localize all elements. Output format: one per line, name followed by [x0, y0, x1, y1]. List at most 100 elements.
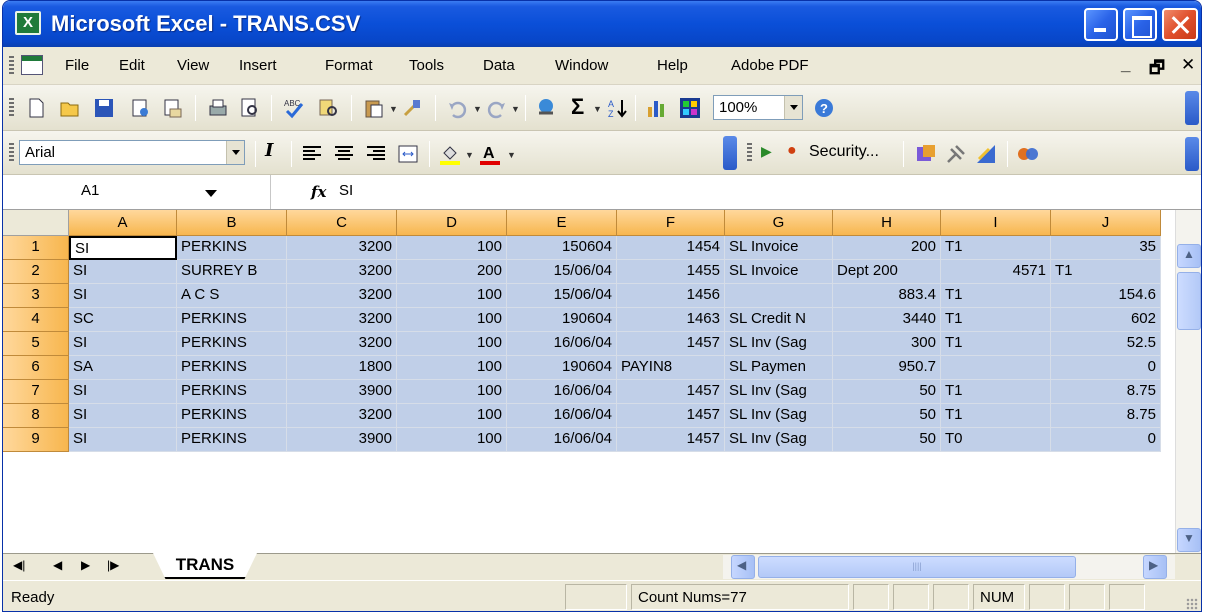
cell-b2[interactable]: SURREY B [177, 260, 287, 284]
cell-b6[interactable]: PERKINS [177, 356, 287, 380]
cell-b3[interactable]: A C S [177, 284, 287, 308]
align-left-icon[interactable] [301, 143, 323, 165]
cell-h7[interactable]: 50 [833, 380, 941, 404]
cell-h3[interactable]: 883.4 [833, 284, 941, 308]
close-button[interactable] [1162, 8, 1198, 41]
insert-function-icon[interactable]: fx [311, 183, 326, 201]
cell-a5[interactable]: SI [69, 332, 177, 356]
cell-b7[interactable]: PERKINS [177, 380, 287, 404]
first-sheet-icon[interactable]: ◀| [13, 558, 25, 572]
scroll-right-button[interactable]: ▶ [1143, 555, 1167, 579]
cell-i3[interactable]: T1 [941, 284, 1051, 308]
cell-e5[interactable]: 16/06/04 [507, 332, 617, 356]
cell-b1[interactable]: PERKINS [177, 236, 287, 260]
cell-c8[interactable]: 3200 [287, 404, 397, 428]
cell-a2[interactable]: SI [69, 260, 177, 284]
cell-h9[interactable]: 50 [833, 428, 941, 452]
toolbar-grip-icon[interactable] [9, 98, 14, 118]
align-center-icon[interactable] [333, 143, 355, 165]
cell-f8[interactable]: 1457 [617, 404, 725, 428]
cell-f7[interactable]: 1457 [617, 380, 725, 404]
column-header-i[interactable]: I [941, 210, 1051, 236]
menu-data[interactable]: Data [483, 57, 515, 74]
column-header-c[interactable]: C [287, 210, 397, 236]
design-mode-icon[interactable] [975, 143, 997, 165]
cell-j3[interactable]: 154.6 [1051, 284, 1161, 308]
vertical-scroll-thumb[interactable] [1177, 272, 1201, 330]
workbook-restore-icon[interactable]: 🗗 [1149, 55, 1165, 84]
cell-f9[interactable]: 1457 [617, 428, 725, 452]
column-header-d[interactable]: D [397, 210, 507, 236]
autosum-icon[interactable]: Σ [571, 94, 593, 119]
chart-wizard-icon[interactable] [645, 97, 667, 119]
zoom-combo[interactable]: 100% [713, 95, 803, 120]
cell-j8[interactable]: 8.75 [1051, 404, 1161, 428]
cell-e4[interactable]: 190604 [507, 308, 617, 332]
paste-dropdown-icon[interactable]: ▼ [389, 104, 398, 114]
cell-e1[interactable]: 150604 [507, 236, 617, 260]
cell-b9[interactable]: PERKINS [177, 428, 287, 452]
row-header-5[interactable]: 5 [3, 332, 69, 356]
redo-dropdown-icon[interactable]: ▼ [511, 104, 520, 114]
cell-d7[interactable]: 100 [397, 380, 507, 404]
horizontal-scroll-thumb[interactable]: |||| [758, 556, 1076, 578]
formatting-toolbar-options-icon[interactable] [723, 136, 737, 170]
cell-e9[interactable]: 16/06/04 [507, 428, 617, 452]
scroll-left-button[interactable]: ◀ [731, 555, 755, 579]
menu-grip-icon[interactable] [9, 56, 14, 76]
autosum-dropdown-icon[interactable]: ▼ [593, 104, 602, 114]
cell-e8[interactable]: 16/06/04 [507, 404, 617, 428]
cell-b5[interactable]: PERKINS [177, 332, 287, 356]
row-header-3[interactable]: 3 [3, 284, 69, 308]
cell-f4[interactable]: 1463 [617, 308, 725, 332]
menu-tools[interactable]: Tools [409, 57, 444, 74]
undo-icon[interactable] [447, 97, 469, 119]
cell-i2[interactable]: 4571 [941, 260, 1051, 284]
title-bar[interactable]: Microsoft Excel - TRANS.CSV [3, 1, 1201, 47]
row-header-2[interactable]: 2 [3, 260, 69, 284]
row-header-4[interactable]: 4 [3, 308, 69, 332]
cell-g5[interactable]: SL Inv (Sag [725, 332, 833, 356]
cell-e3[interactable]: 15/06/04 [507, 284, 617, 308]
column-header-b[interactable]: B [177, 210, 287, 236]
control-toolbox-icon[interactable] [945, 143, 967, 165]
cell-c2[interactable]: 3200 [287, 260, 397, 284]
cell-j5[interactable]: 52.5 [1051, 332, 1161, 356]
font-color-icon[interactable]: A [479, 143, 501, 165]
cell-d9[interactable]: 100 [397, 428, 507, 452]
cell-i5[interactable]: T1 [941, 332, 1051, 356]
column-header-f[interactable]: F [617, 210, 725, 236]
run-macro-icon[interactable]: ▶ [761, 143, 783, 165]
cell-d4[interactable]: 100 [397, 308, 507, 332]
excel-app-icon[interactable] [15, 11, 41, 35]
cell-g2[interactable]: SL Invoice [725, 260, 833, 284]
sort-ascending-icon[interactable]: AZ [607, 97, 629, 119]
formula-input[interactable]: SI [339, 182, 353, 199]
fill-color-icon[interactable] [439, 143, 461, 165]
cell-a9[interactable]: SI [69, 428, 177, 452]
vertical-scrollbar[interactable]: ▲ ▼ [1175, 210, 1201, 553]
menu-file[interactable]: File [65, 57, 89, 74]
select-all-corner[interactable] [3, 210, 69, 236]
name-box[interactable]: A1 [3, 175, 271, 209]
cell-e7[interactable]: 16/06/04 [507, 380, 617, 404]
spelling-icon[interactable]: ABC [283, 97, 305, 119]
resize-grip-icon[interactable] [1186, 598, 1198, 610]
save-icon[interactable] [93, 97, 115, 119]
cell-h8[interactable]: 50 [833, 404, 941, 428]
hyperlink-icon[interactable] [535, 97, 557, 119]
cell-i6[interactable] [941, 356, 1051, 380]
workbook-minimize-icon[interactable]: _ [1121, 55, 1130, 75]
chevron-down-icon[interactable] [205, 190, 217, 197]
cell-f2[interactable]: 1455 [617, 260, 725, 284]
cell-e6[interactable]: 190604 [507, 356, 617, 380]
chevron-down-icon[interactable] [226, 141, 244, 164]
cell-h6[interactable]: 950.7 [833, 356, 941, 380]
paste-icon[interactable] [363, 97, 385, 119]
cell-f3[interactable]: 1456 [617, 284, 725, 308]
row-header-1[interactable]: 1 [3, 236, 69, 260]
cell-c1[interactable]: 3200 [287, 236, 397, 260]
menu-view[interactable]: View [177, 57, 209, 74]
cell-f5[interactable]: 1457 [617, 332, 725, 356]
cell-j6[interactable]: 0 [1051, 356, 1161, 380]
